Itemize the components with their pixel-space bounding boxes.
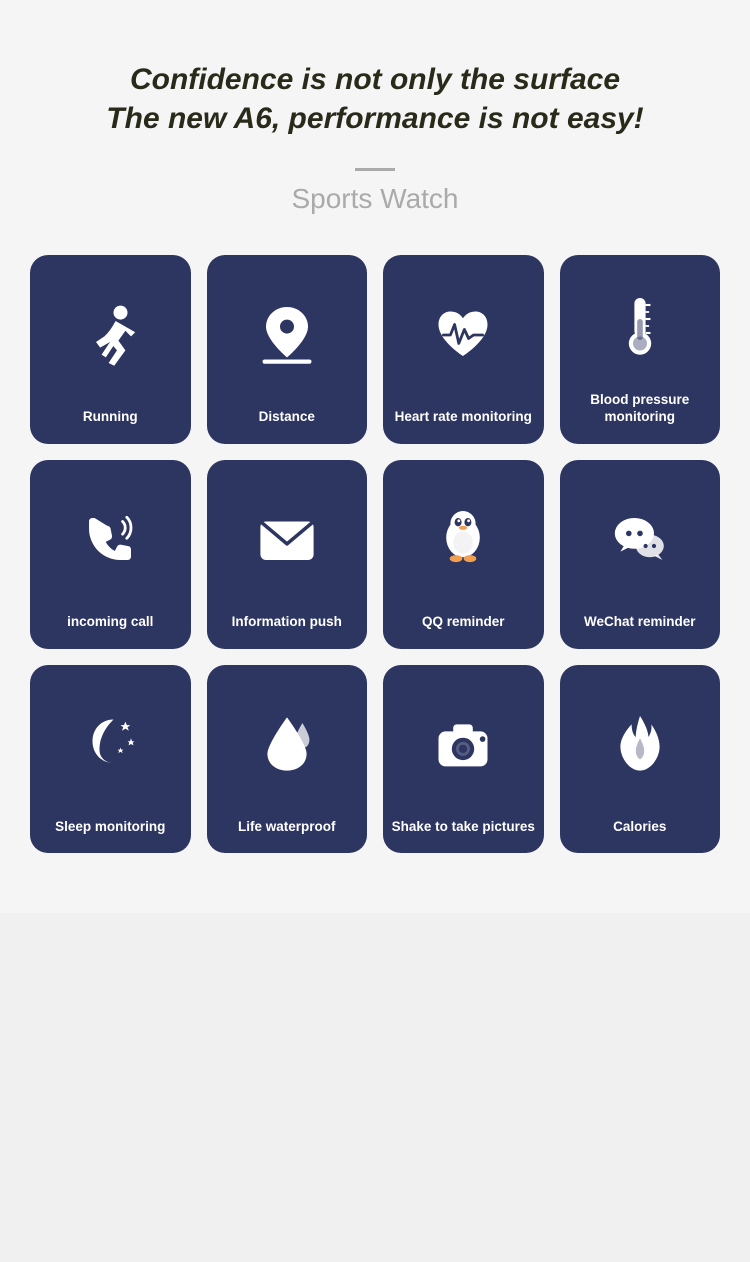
qq-reminder-icon: [391, 474, 536, 605]
card-wechat-reminder-label: WeChat reminder: [584, 613, 696, 631]
card-blood-pressure-label: Blood pressure monitoring: [568, 391, 713, 426]
card-incoming-call[interactable]: incoming call: [30, 460, 191, 649]
card-shake-pictures[interactable]: Shake to take pictures: [383, 665, 544, 854]
card-calories[interactable]: Calories: [560, 665, 721, 854]
shake-pictures-icon: [391, 679, 536, 810]
card-heart-rate-label: Heart rate monitoring: [395, 408, 532, 426]
card-sleep-monitoring-label: Sleep monitoring: [55, 818, 165, 836]
blood-pressure-icon: [568, 269, 713, 383]
card-calories-label: Calories: [613, 818, 666, 836]
card-life-waterproof-label: Life waterproof: [238, 818, 336, 836]
card-distance-label: Distance: [259, 408, 315, 426]
card-heart-rate[interactable]: Heart rate monitoring: [383, 255, 544, 444]
card-information-push-label: Information push: [232, 613, 342, 631]
card-incoming-call-label: incoming call: [67, 613, 153, 631]
divider: [355, 168, 395, 171]
card-information-push[interactable]: Information push: [207, 460, 368, 649]
card-blood-pressure[interactable]: Blood pressure monitoring: [560, 255, 721, 444]
running-icon: [38, 269, 183, 400]
card-running[interactable]: Running: [30, 255, 191, 444]
card-shake-pictures-label: Shake to take pictures: [392, 818, 535, 836]
life-waterproof-icon: [215, 679, 360, 810]
card-running-label: Running: [83, 408, 138, 426]
card-sleep-monitoring[interactable]: Sleep monitoring: [30, 665, 191, 854]
subtitle: Sports Watch: [291, 183, 458, 215]
distance-icon: [215, 269, 360, 400]
information-push-icon: [215, 474, 360, 605]
heart-rate-icon: [391, 269, 536, 400]
headline: Confidence is not only the surface The n…: [106, 60, 643, 138]
card-wechat-reminder[interactable]: WeChat reminder: [560, 460, 721, 649]
card-qq-reminder[interactable]: QQ reminder: [383, 460, 544, 649]
features-grid: Running Distance Heart rate monitorin: [30, 255, 720, 853]
wechat-reminder-icon: [568, 474, 713, 605]
sleep-monitoring-icon: [38, 679, 183, 810]
card-distance[interactable]: Distance: [207, 255, 368, 444]
incoming-call-icon: [38, 474, 183, 605]
page-container: Confidence is not only the surface The n…: [0, 0, 750, 913]
card-qq-reminder-label: QQ reminder: [422, 613, 505, 631]
card-life-waterproof[interactable]: Life waterproof: [207, 665, 368, 854]
calories-icon: [568, 679, 713, 810]
